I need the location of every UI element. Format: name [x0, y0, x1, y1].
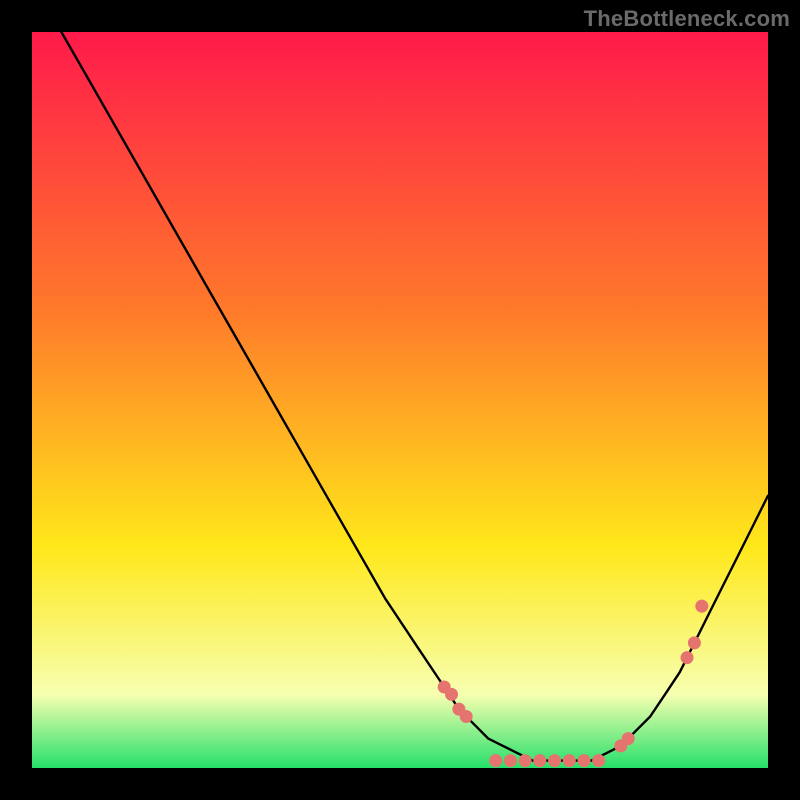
plot-area: [32, 32, 768, 768]
chart-frame: TheBottleneck.com: [0, 0, 800, 800]
marker-dot: [563, 754, 576, 767]
gradient-background: [32, 32, 768, 768]
marker-dot: [533, 754, 546, 767]
marker-dot: [688, 636, 701, 649]
marker-dot: [592, 754, 605, 767]
marker-dot: [504, 754, 517, 767]
marker-dot: [519, 754, 532, 767]
watermark-text: TheBottleneck.com: [584, 6, 790, 32]
chart-svg: [32, 32, 768, 768]
marker-dot: [460, 710, 473, 723]
marker-dot: [622, 732, 635, 745]
marker-dot: [445, 688, 458, 701]
marker-dot: [578, 754, 591, 767]
marker-dot: [548, 754, 561, 767]
marker-dot: [681, 651, 694, 664]
marker-dot: [489, 754, 502, 767]
marker-dot: [695, 600, 708, 613]
